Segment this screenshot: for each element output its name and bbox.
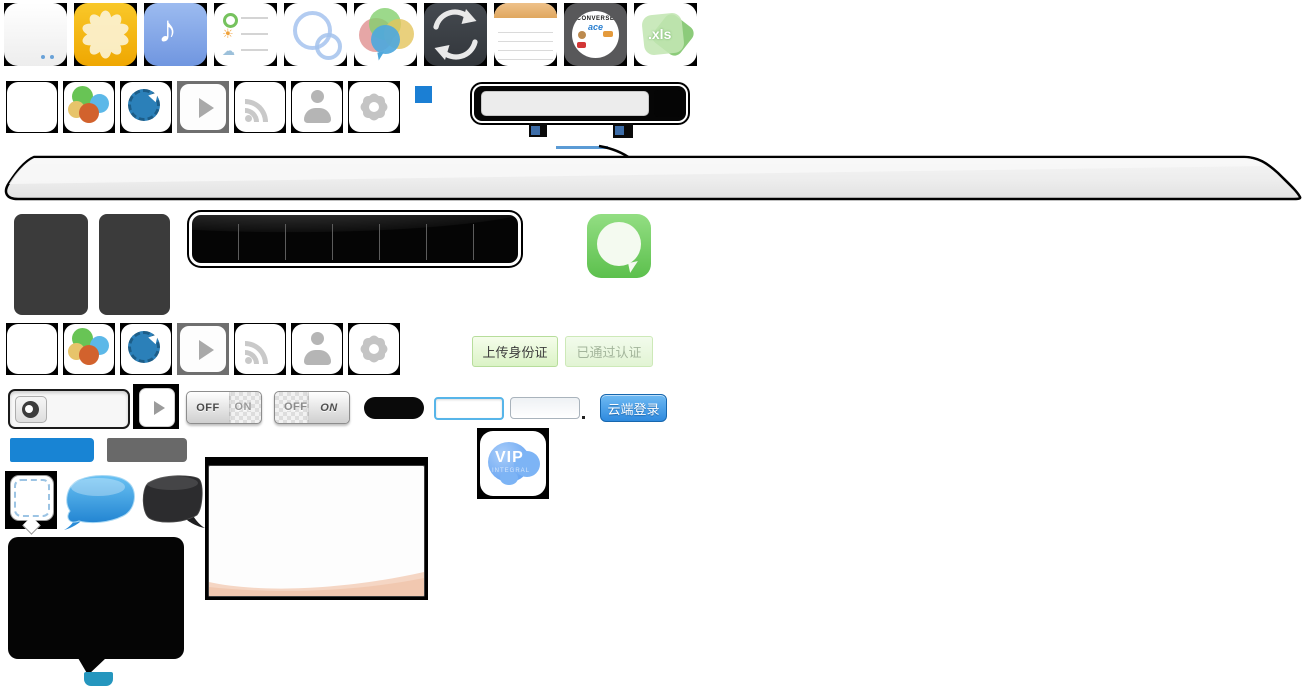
blue-speech-bubble	[63, 472, 137, 530]
messages-app-icon[interactable]	[587, 214, 651, 278]
rss-icon[interactable]	[234, 81, 286, 133]
search-bar-leg	[529, 123, 547, 137]
xls-label: .xls	[648, 26, 671, 42]
toggle-off-label: OFF	[284, 401, 308, 413]
search-logo-icon	[15, 396, 47, 423]
task-list-icon[interactable]: ☀ ☁	[214, 3, 277, 66]
vip-title: VIP	[495, 449, 524, 467]
refresh-arrows-glyph	[424, 3, 487, 66]
toolbar-icons-row-1	[6, 81, 400, 133]
music-note-icon: ♪	[158, 9, 177, 52]
upload-id-button[interactable]: 上传身份证	[472, 336, 558, 367]
colorful-circles-icon[interactable]	[63, 323, 115, 375]
white-speech-bubble	[10, 475, 54, 521]
white-bubble-tile	[5, 471, 57, 529]
mini-search-input[interactable]	[50, 395, 126, 422]
toggle-switch-off[interactable]: OFF ON	[186, 391, 262, 424]
gear-icon[interactable]	[348, 81, 400, 133]
flower-glyph	[74, 3, 137, 66]
blue-square-swatch	[415, 86, 432, 103]
search-button[interactable]	[654, 90, 682, 117]
vip-badge[interactable]: VIP INTEGRAL	[480, 431, 546, 496]
blank-app-icon[interactable]	[4, 3, 67, 66]
toggle-knob[interactable]: ON	[309, 392, 349, 423]
dark-speech-bubble	[136, 470, 206, 531]
sun-icon: ☀	[222, 27, 234, 40]
blue-dial-icon[interactable]	[120, 81, 172, 133]
vip-badge-tile: VIP INTEGRAL	[477, 428, 549, 499]
colorful-circles-icon[interactable]	[63, 81, 115, 133]
flower-photos-icon[interactable]	[74, 3, 137, 66]
dark-panel	[14, 214, 88, 315]
toggle-on-label: ON	[235, 401, 253, 413]
notes-app-icon[interactable]	[494, 3, 557, 66]
dark-panel	[99, 214, 170, 315]
blank-icon[interactable]	[6, 81, 58, 133]
text-input-focused[interactable]	[434, 397, 504, 420]
play-icon[interactable]	[177, 81, 229, 133]
app-icons-row: ♪ ☀ ☁	[4, 3, 697, 66]
play-icon[interactable]	[177, 323, 229, 375]
gear-icon[interactable]	[348, 323, 400, 375]
linked-circles-icon[interactable]	[284, 3, 347, 66]
toolbar-icons-row-2	[6, 323, 400, 375]
toggle-switch-on[interactable]: OFF ON	[274, 391, 350, 424]
search-input[interactable]	[481, 91, 649, 116]
music-app-icon[interactable]: ♪	[144, 3, 207, 66]
cloud-icon: ☁	[222, 44, 235, 57]
search-bar-leg	[613, 123, 633, 138]
cloud-login-button[interactable]: 云端登录	[600, 394, 667, 422]
glossy-banner	[0, 153, 1315, 203]
rss-icon[interactable]	[234, 323, 286, 375]
card-wave-decoration	[209, 566, 424, 596]
card-tile	[205, 457, 428, 600]
text-input[interactable]	[510, 397, 580, 419]
search-bar[interactable]	[472, 84, 688, 123]
blue-dial-icon[interactable]	[120, 323, 172, 375]
xls-file-icon[interactable]: .xls	[634, 3, 697, 66]
gray-rect-swatch	[107, 438, 187, 462]
segmented-toolbar[interactable]	[189, 212, 521, 266]
blue-rect-swatch	[10, 438, 94, 462]
brand-logos-icon[interactable]: CONVERSE ace	[564, 3, 627, 66]
play-button-tile[interactable]	[133, 384, 179, 429]
user-icon[interactable]	[291, 81, 343, 133]
sprite-sheet-canvas: ♪ ☀ ☁	[0, 0, 1315, 700]
vip-subtitle: INTEGRAL	[492, 468, 530, 474]
chat-bubbles-icon[interactable]	[354, 3, 417, 66]
user-icon[interactable]	[291, 323, 343, 375]
blank-icon[interactable]	[6, 323, 58, 375]
sync-refresh-icon[interactable]	[424, 3, 487, 66]
verified-badge: 已通过认证	[565, 336, 653, 367]
toggle-knob[interactable]: OFF	[187, 392, 229, 423]
black-pill	[364, 397, 424, 419]
toggle-off-label: OFF	[196, 402, 220, 414]
toggle-on-label: ON	[320, 402, 338, 414]
black-tooltip-bubble	[8, 537, 184, 659]
mini-search-box[interactable]	[8, 389, 130, 429]
white-card	[208, 465, 425, 597]
teal-fragment	[84, 672, 113, 686]
